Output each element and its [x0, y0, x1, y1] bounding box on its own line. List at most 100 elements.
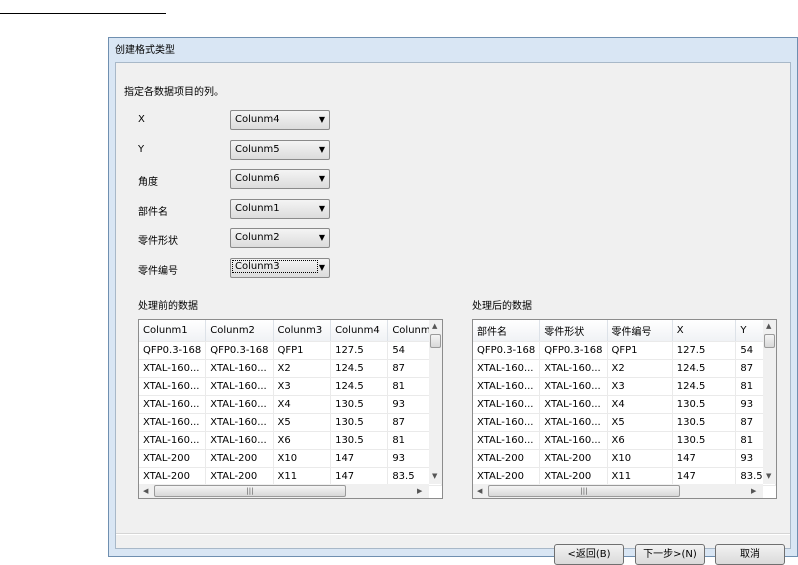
- column-select[interactable]: Colunm4 ▼: [230, 110, 330, 130]
- table-row[interactable]: XTAL-200 XTAL-200 X10 147 93: [473, 449, 776, 468]
- horizontal-scrollbar[interactable]: ◀ ||| ▶: [473, 484, 763, 498]
- next-button[interactable]: 下一步>(N): [635, 544, 705, 565]
- table-cell: 124.5: [330, 377, 389, 396]
- table-cell: XTAL-160...: [473, 377, 541, 396]
- table-cell: 130.5: [672, 395, 737, 414]
- table-cell: 127.5: [672, 341, 737, 360]
- table-row[interactable]: XTAL-160... XTAL-160... X5 130.5 87: [473, 413, 776, 432]
- dropdown-arrow-icon: ▼: [318, 233, 325, 242]
- column-header[interactable]: Colunm3: [273, 320, 332, 342]
- selected-value: Colunm2: [235, 232, 280, 243]
- table-cell: XTAL-160...: [473, 395, 541, 414]
- cancel-button[interactable]: 取消: [715, 544, 785, 565]
- table-row[interactable]: XTAL-200 XTAL-200 X11 147 83.5: [139, 467, 442, 486]
- scroll-down-icon[interactable]: ▼: [432, 472, 437, 480]
- data-table: 部件名 零件形状 零件编号 X Y QFP0.3-168 QFP0.3-168 QFP1 127…: [473, 320, 776, 486]
- table-cell: 130.5: [330, 431, 389, 450]
- table-cell: XTAL-160...: [539, 413, 608, 432]
- table-row[interactable]: XTAL-160... XTAL-160... X2 124.5 87: [139, 359, 442, 378]
- table-row[interactable]: XTAL-160... XTAL-160... X4 130.5 93: [473, 395, 776, 414]
- create-format-dialog: 创建格式类型 指定各数据项目的列。 X Colunm4 ▼ Y Colunm5 ▼…: [108, 37, 798, 565]
- table-row[interactable]: XTAL-160... XTAL-160... X5 130.5 87: [139, 413, 442, 432]
- after-data-grid[interactable]: 部件名 零件形状 零件编号 X Y QFP0.3-168 QFP0.3-168 QFP1 127…: [472, 319, 777, 499]
- table-row[interactable]: XTAL-160... XTAL-160... X6 130.5 81: [139, 431, 442, 450]
- dialog-title: 创建格式类型: [115, 45, 175, 56]
- table-cell: X5: [273, 413, 332, 432]
- table-cell: X11: [273, 467, 332, 486]
- table-cell: XTAL-160...: [539, 395, 608, 414]
- table-row[interactable]: XTAL-160... XTAL-160... X3 124.5 81: [473, 377, 776, 396]
- column-header[interactable]: Colunm2: [205, 320, 274, 342]
- scroll-thumb[interactable]: [764, 334, 775, 348]
- table-cell: XTAL-200: [539, 467, 608, 486]
- column-select[interactable]: Colunm6 ▼: [230, 169, 330, 189]
- scroll-thumb[interactable]: [430, 334, 441, 348]
- table-cell: XTAL-160...: [205, 377, 274, 396]
- column-header[interactable]: X: [672, 320, 737, 342]
- table-cell: X6: [273, 431, 332, 450]
- table-cell: XTAL-160...: [139, 377, 207, 396]
- top-underline: [0, 13, 166, 14]
- table-cell: XTAL-160...: [473, 431, 541, 450]
- table-row[interactable]: QFP0.3-168 QFP0.3-168 QFP1 127.5 54: [139, 341, 442, 360]
- column-select[interactable]: Colunm3 ▼: [230, 257, 330, 278]
- table-cell: XTAL-200: [139, 467, 207, 486]
- back-button[interactable]: <返回(B): [554, 544, 624, 565]
- mapping-label: 部件名: [138, 206, 168, 218]
- table-row[interactable]: XTAL-160... XTAL-160... X3 124.5 81: [139, 377, 442, 396]
- scroll-left-icon[interactable]: ◀: [477, 487, 482, 495]
- table-cell: X11: [607, 467, 673, 486]
- table-cell: 124.5: [330, 359, 389, 378]
- table-row[interactable]: XTAL-200 XTAL-200 X11 147 83.5: [473, 467, 776, 486]
- table-cell: 127.5: [330, 341, 389, 360]
- table-cell: 124.5: [672, 359, 737, 378]
- table-cell: X10: [607, 449, 673, 468]
- header-row: Colunm1 Colunm2 Colunm3 Colunm4 Colunm5: [139, 320, 442, 342]
- column-select[interactable]: Colunm1 ▼: [230, 198, 330, 219]
- before-data-grid[interactable]: Colunm1 Colunm2 Colunm3 Colunm4 Colunm5 QFP0.…: [138, 319, 443, 499]
- table-row[interactable]: XTAL-160... XTAL-160... X2 124.5 87: [473, 359, 776, 378]
- table-cell: XTAL-160...: [139, 413, 207, 432]
- table-cell: X10: [273, 449, 332, 468]
- table-cell: XTAL-160...: [205, 359, 274, 378]
- scroll-up-icon[interactable]: ▲: [432, 322, 437, 330]
- table-row[interactable]: XTAL-160... XTAL-160... X6 130.5 81: [473, 431, 776, 450]
- mapping-label: 角度: [138, 177, 158, 188]
- table-row[interactable]: XTAL-200 XTAL-200 X10 147 93: [139, 449, 442, 468]
- table-cell: X2: [273, 359, 332, 378]
- table-cell: 147: [672, 467, 737, 486]
- dialog-body: 指定各数据项目的列。 X Colunm4 ▼ Y Colunm5 ▼ 角度 Colu…: [115, 62, 791, 565]
- vertical-scrollbar[interactable]: ▲ ▼: [429, 320, 442, 484]
- vertical-scrollbar[interactable]: ▲ ▼: [763, 320, 776, 484]
- table-cell: X5: [607, 413, 673, 432]
- scroll-right-icon[interactable]: ▶: [751, 487, 756, 495]
- table-cell: XTAL-160...: [539, 377, 608, 396]
- table-cell: XTAL-200: [473, 449, 541, 468]
- table-cell: XTAL-160...: [473, 413, 541, 432]
- table-row[interactable]: QFP0.3-168 QFP0.3-168 QFP1 127.5 54: [473, 341, 776, 360]
- scroll-thumb[interactable]: |||: [154, 485, 346, 497]
- column-select[interactable]: Colunm2 ▼: [230, 228, 330, 248]
- selected-value: Colunm6: [235, 173, 280, 184]
- selected-value: Colunm3: [232, 259, 318, 273]
- column-header[interactable]: 零件形状: [539, 320, 608, 342]
- column-select[interactable]: Colunm5 ▼: [230, 139, 330, 160]
- scroll-thumb[interactable]: |||: [488, 485, 680, 497]
- scroll-left-icon[interactable]: ◀: [143, 487, 148, 495]
- instruction-text: 指定各数据项目的列。: [124, 87, 224, 98]
- horizontal-scrollbar[interactable]: ◀ ||| ▶: [139, 484, 429, 498]
- table-row[interactable]: XTAL-160... XTAL-160... X4 130.5 93: [139, 395, 442, 414]
- separator: [116, 533, 790, 535]
- column-header[interactable]: Colunm1: [139, 320, 207, 342]
- header-row: 部件名 零件形状 零件编号 X Y: [473, 320, 776, 342]
- column-header[interactable]: Colunm4: [330, 320, 389, 342]
- dropdown-arrow-icon: ▼: [318, 203, 325, 213]
- scroll-down-icon[interactable]: ▼: [766, 472, 771, 480]
- scroll-up-icon[interactable]: ▲: [766, 322, 771, 330]
- column-header[interactable]: 部件名: [473, 320, 541, 342]
- table-cell: 147: [330, 449, 389, 468]
- table-cell: QFP1: [273, 341, 332, 360]
- table-cell: QFP0.3-168: [539, 341, 608, 360]
- column-header[interactable]: 零件编号: [607, 320, 673, 342]
- scroll-right-icon[interactable]: ▶: [417, 487, 422, 495]
